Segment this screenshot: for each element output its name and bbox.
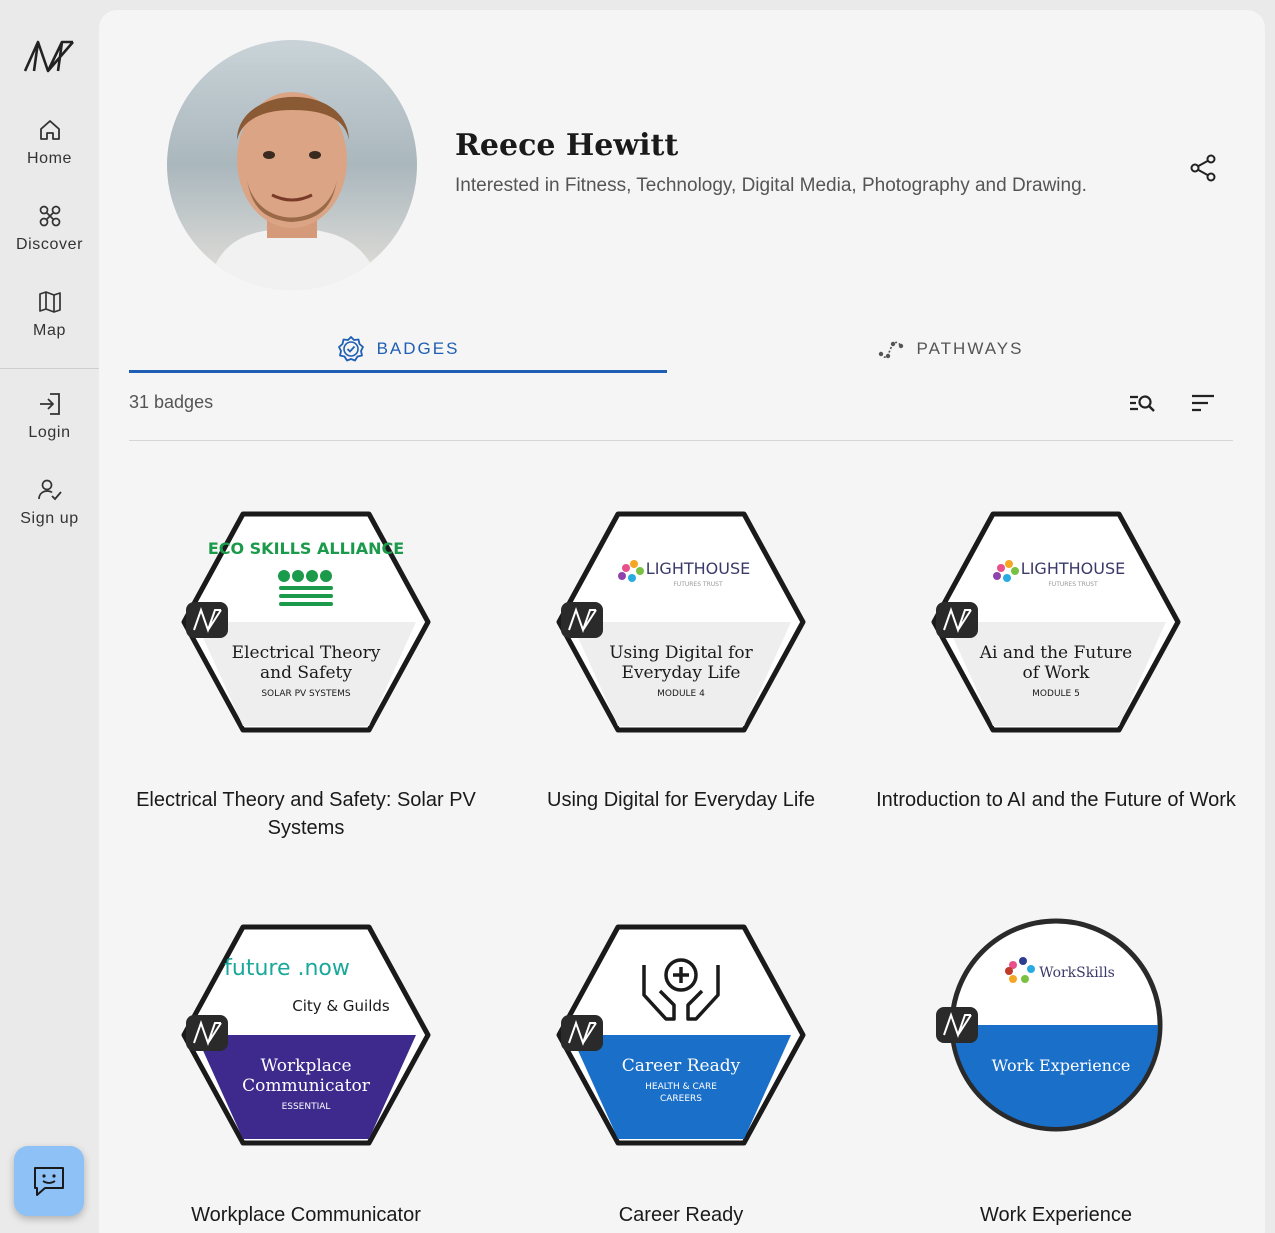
badge-image-line2: of Work xyxy=(1023,663,1091,683)
nav-item-home[interactable]: Home xyxy=(0,116,99,168)
sidebar-divider xyxy=(0,368,99,369)
badge-image: LIGHTHOUSE FUTURES TRUST Ai and the Futu… xyxy=(931,511,1181,733)
sign-up-icon xyxy=(37,479,62,501)
badge-image-line2: and Safety xyxy=(260,663,352,683)
badge-image-sub: ESSENTIAL xyxy=(282,1102,331,1112)
badge-image-sub: MODULE 5 xyxy=(1032,689,1080,699)
nav-item-discover[interactable]: Discover xyxy=(0,202,99,254)
badge-image-line1: Ai and the Future xyxy=(979,643,1132,663)
profile-photo xyxy=(167,40,417,290)
badge-title: Introduction to AI and the Future of Wor… xyxy=(876,789,1236,811)
badge-image-sub2: CAREERS xyxy=(660,1094,702,1104)
login-icon xyxy=(39,393,60,415)
badge-image: Career Ready HEALTH & CARE CAREERS xyxy=(556,924,806,1146)
badge-card[interactable]: LIGHTHOUSE FUTURES TRUST Using Digital f… xyxy=(494,510,868,840)
badge-title: Using Digital for Everyday Life xyxy=(547,789,815,811)
pathways-icon xyxy=(878,341,903,359)
issuer-logo-sub: FUTURES TRUST xyxy=(673,581,723,588)
badge-title: Career Ready xyxy=(618,1204,744,1226)
badge-card[interactable]: Career Ready HEALTH & CARE CAREERS Caree… xyxy=(494,923,868,1233)
badge-image-sub: SOLAR PV SYSTEMS xyxy=(261,689,351,699)
issuer-logo-text-2: City & Guilds xyxy=(292,997,390,1015)
profile-main-panel: Reece Hewitt Interested in Fitness, Tech… xyxy=(99,10,1265,1233)
chat-support-button[interactable] xyxy=(14,1146,84,1216)
badge-image-sub: MODULE 4 xyxy=(657,689,705,699)
tab-badges[interactable]: BADGES xyxy=(129,326,667,372)
badge-check-icon xyxy=(337,336,364,362)
issuer-logo-text: LIGHTHOUSE xyxy=(1021,559,1125,578)
sort-icon[interactable] xyxy=(1189,390,1217,416)
badge-card[interactable]: WorkSkills Work Experience Work Experien… xyxy=(869,913,1243,1233)
badge-image-line1: Electrical Theory xyxy=(232,643,381,663)
tab-pathways-label: PATHWAYS xyxy=(916,339,1024,358)
map-icon xyxy=(38,291,61,313)
nav-label-login: Login xyxy=(28,424,71,441)
issuer-logo-text: WorkSkills xyxy=(1039,965,1115,981)
avatar xyxy=(167,40,417,290)
nav-label-discover: Discover xyxy=(15,236,84,253)
issuer-logo-sub: FUTURES TRUST xyxy=(1048,581,1098,588)
badge-image: ECO SKILLS ALLIANCE Electrical Theory an… xyxy=(181,511,431,733)
issuer-logo-text: future .now xyxy=(224,956,350,981)
home-icon xyxy=(39,120,60,140)
nav-label-sign-up: Sign up xyxy=(20,510,79,527)
badge-image: LIGHTHOUSE FUTURES TRUST Using Digital f… xyxy=(556,511,806,733)
badge-card[interactable]: LIGHTHOUSE FUTURES TRUST Ai and the Futu… xyxy=(869,510,1243,840)
badge-image-line1: Career Ready xyxy=(622,1056,741,1076)
issuer-logo-text: LIGHTHOUSE xyxy=(646,559,750,578)
tab-pathways[interactable]: PATHWAYS xyxy=(667,326,1233,372)
badge-image-line2: Everyday Life xyxy=(622,663,741,683)
active-tab-indicator xyxy=(129,370,667,373)
chat-bot-icon xyxy=(34,1167,64,1196)
profile-bio: Interested in Fitness, Technology, Digit… xyxy=(455,175,1087,196)
badge-image-line1: Using Digital for xyxy=(609,643,753,663)
nav-item-sign-up[interactable]: Sign up xyxy=(0,476,99,528)
list-divider xyxy=(129,440,1233,441)
badge-image-line2: Communicator xyxy=(242,1076,371,1096)
nav-label-home: Home xyxy=(26,150,73,167)
badge-count: 31 badges xyxy=(129,392,214,412)
share-icon[interactable] xyxy=(1187,152,1219,184)
badge-title: Work Experience xyxy=(980,1204,1132,1226)
sidebar: Home Discover Map Login Sign up xyxy=(0,0,99,1233)
app-logo-icon[interactable] xyxy=(22,38,76,74)
badge-title: Electrical Theory and Safety: Solar PV S… xyxy=(136,789,476,839)
nav-item-map[interactable]: Map xyxy=(0,288,99,340)
badge-image-sub: HEALTH & CARE xyxy=(645,1082,717,1092)
badge-title: Workplace Communicator xyxy=(191,1204,421,1226)
badge-image-line1: Work Experience xyxy=(992,1056,1131,1075)
filter-search-icon[interactable] xyxy=(1127,390,1157,416)
badge-image: WorkSkills Work Experience xyxy=(936,918,1163,1132)
badge-image-line1: Workplace xyxy=(260,1056,351,1076)
badge-card[interactable]: future .now City & Guilds Workplace Comm… xyxy=(119,923,493,1233)
issuer-logo-text: ECO SKILLS ALLIANCE xyxy=(208,539,404,558)
profile-name: Reece Hewitt xyxy=(455,128,679,163)
tab-badges-label: BADGES xyxy=(376,339,460,358)
nav-label-map: Map xyxy=(33,322,66,339)
badge-card[interactable]: ECO SKILLS ALLIANCE Electrical Theory an… xyxy=(119,510,493,840)
discover-icon xyxy=(39,205,60,227)
nav-item-login[interactable]: Login xyxy=(0,390,99,442)
badge-image: future .now City & Guilds Workplace Comm… xyxy=(181,924,431,1146)
